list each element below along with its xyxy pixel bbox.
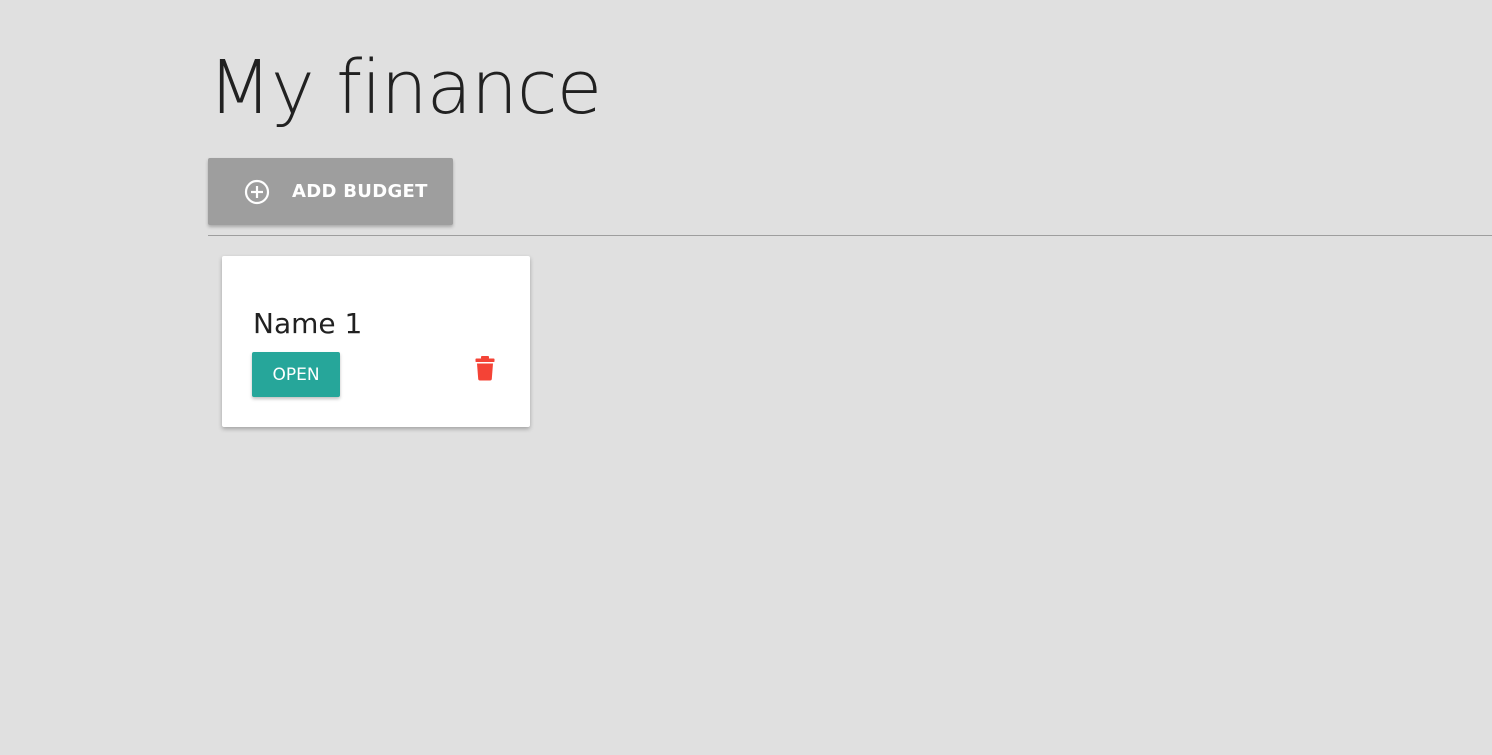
add-circle-icon [244,179,270,205]
app-page: My finance ADD BUDGET Name 1 OPEN [0,0,1492,755]
budget-name: Name 1 [253,307,363,340]
add-budget-button[interactable]: ADD BUDGET [208,158,453,225]
open-budget-button[interactable]: OPEN [252,352,340,397]
page-title: My finance [208,45,602,131]
divider [208,235,1492,236]
trash-icon[interactable] [472,353,498,383]
add-budget-label: ADD BUDGET [292,181,428,202]
budget-card: Name 1 OPEN [222,256,530,427]
